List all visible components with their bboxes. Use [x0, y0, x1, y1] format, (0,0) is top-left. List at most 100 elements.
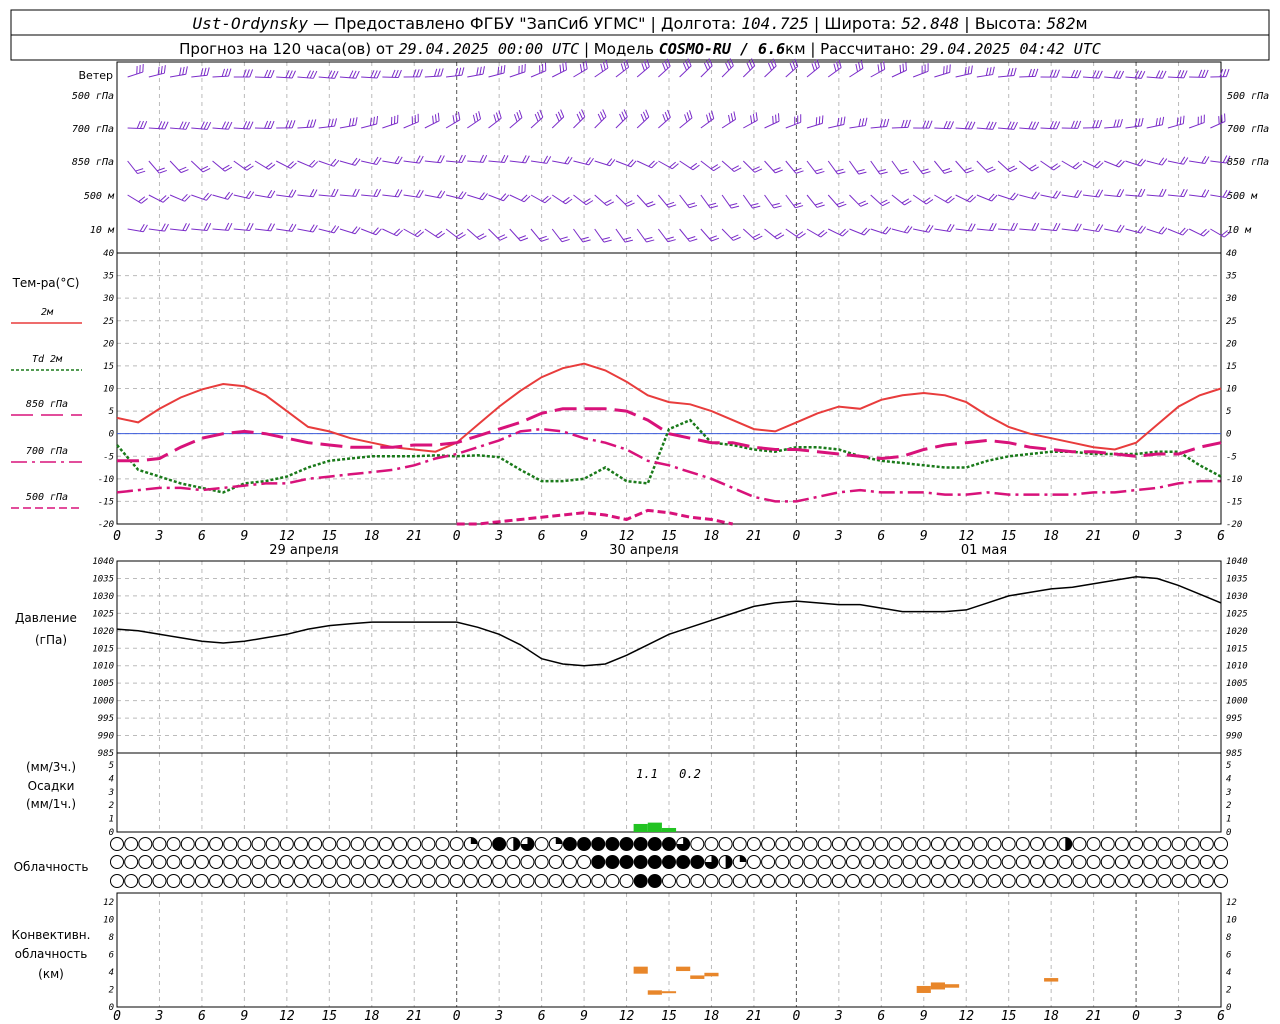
wind-barb [1104, 118, 1123, 129]
wind-barb [955, 160, 974, 174]
cloud-upper-circle [336, 837, 351, 851]
wind-barb-flag [623, 237, 632, 240]
precip-total-2: 0.2 [679, 767, 701, 781]
cloud-lower-circle [888, 874, 903, 888]
wind-barb-flag [754, 235, 763, 241]
wind-barb-shaft [127, 194, 142, 204]
station-name: Ust-Ordynsky [192, 14, 308, 33]
cloud-circle-outline [378, 855, 393, 869]
wind-barb-flag [457, 111, 461, 120]
cloud-circle-outline [138, 837, 153, 851]
wind-barb-flag [202, 168, 211, 173]
wind-barb-flag [1204, 189, 1210, 198]
wind-barb-flag [355, 188, 360, 197]
convective-cloud-bar [1044, 978, 1059, 982]
wind-barb [339, 117, 358, 129]
cloud-lower-circle [322, 874, 337, 888]
wind-barb-flag [479, 235, 487, 240]
wind-barb [297, 188, 318, 198]
pres-ytick-left: 1005 [92, 679, 114, 689]
wind-barb [955, 121, 976, 130]
wind-barb [446, 67, 465, 78]
cloud-lower-circle [930, 874, 945, 888]
wind-barb [169, 160, 189, 174]
wind-barb-flag [433, 68, 438, 77]
wind-barb-shaft [657, 228, 669, 243]
wind-barb-flag [1056, 121, 1061, 130]
wind-barb-flag [495, 112, 500, 121]
altitude-value: 582 [1047, 14, 1076, 33]
wind-barb [318, 118, 338, 129]
wind-barb-flag [437, 68, 441, 77]
precip-bar [661, 827, 677, 832]
wind-barb-flag [644, 236, 653, 240]
wind-barb-flag [224, 68, 229, 77]
wind-barb-flag [432, 115, 434, 124]
wind-barb-shaft [1146, 124, 1163, 129]
wind-barb-flag [1225, 68, 1230, 77]
wind-barb-flag [264, 120, 269, 129]
temp-xtick: 12 [279, 529, 295, 544]
cloud-middle-circle [478, 855, 492, 869]
temp-ytick-left: 5 [109, 407, 114, 417]
wind-barb-flag [312, 189, 318, 197]
wind-barb [594, 228, 612, 243]
cloud-upper-circle [746, 837, 761, 851]
wind-barb [1040, 160, 1061, 171]
wind-barb-flag [943, 66, 945, 75]
wind-barb-flag [1119, 70, 1125, 79]
cloud-upper-circle [1157, 837, 1172, 851]
wind-barb-flag [291, 224, 297, 232]
cloud-circle-outline [1185, 837, 1200, 851]
wind-barb-flag [330, 188, 336, 197]
wind-barb [297, 159, 319, 168]
wind-barb-flag [642, 111, 647, 120]
wind-barb [1104, 159, 1125, 168]
wind-barb-flag [518, 235, 526, 239]
cloud-upper-circle [322, 837, 337, 851]
wind-barb [254, 69, 275, 79]
cloud-upper-circle [647, 837, 662, 851]
wind-barb-flag [500, 154, 506, 163]
wind-barb [806, 160, 825, 175]
wind-barb-shaft [127, 127, 144, 130]
wind-barb-flag [497, 66, 500, 75]
temp-ytick-left: 30 [102, 294, 114, 304]
wind-barb [891, 119, 911, 129]
temp-xtick: 18 [704, 529, 720, 544]
wind-barb-flag [946, 223, 952, 232]
cloud-middle-circle [945, 855, 960, 869]
wind-barb-flag [886, 118, 890, 127]
pres-ytick-right: 985 [1226, 749, 1242, 759]
wind-barb [488, 228, 508, 241]
wind-barb-flag [1204, 156, 1210, 164]
cloud-circle-outline [846, 855, 860, 869]
wind-barb-flag [185, 121, 190, 130]
cloud-circle-outline [945, 855, 960, 869]
cloud-circle-outline [294, 874, 308, 888]
wind-barb-shaft [827, 194, 840, 208]
wind-barb [509, 194, 531, 203]
wind-barb-flag [182, 121, 187, 130]
cloud-circle-outline [817, 855, 832, 869]
wind-barb-shaft [1210, 228, 1225, 238]
cloud-circle-partial [513, 837, 520, 851]
wind-barb-flag [1183, 70, 1188, 79]
cloud-middle-circle [732, 855, 747, 869]
wind-barb-shaft [488, 228, 501, 241]
wind-barb-flag [795, 170, 804, 174]
wind-barb-flag [686, 112, 691, 121]
wind-barb [1125, 70, 1146, 79]
cloud-circle-fill [648, 855, 662, 869]
conv-xtick: 9 [240, 1009, 248, 1024]
cloud-lower-circle [803, 874, 818, 888]
cloud-circle-outline [874, 855, 889, 869]
wind-barb-flag [730, 113, 734, 122]
wind-barb-flag [228, 121, 233, 130]
wind-barb [297, 119, 317, 129]
cloud-circle-outline [180, 855, 195, 869]
cloud-circle-fill [605, 837, 619, 851]
cloud-circle-outline [223, 837, 238, 851]
wind-barb [573, 60, 588, 78]
cloud-lower-circle [1044, 874, 1059, 888]
